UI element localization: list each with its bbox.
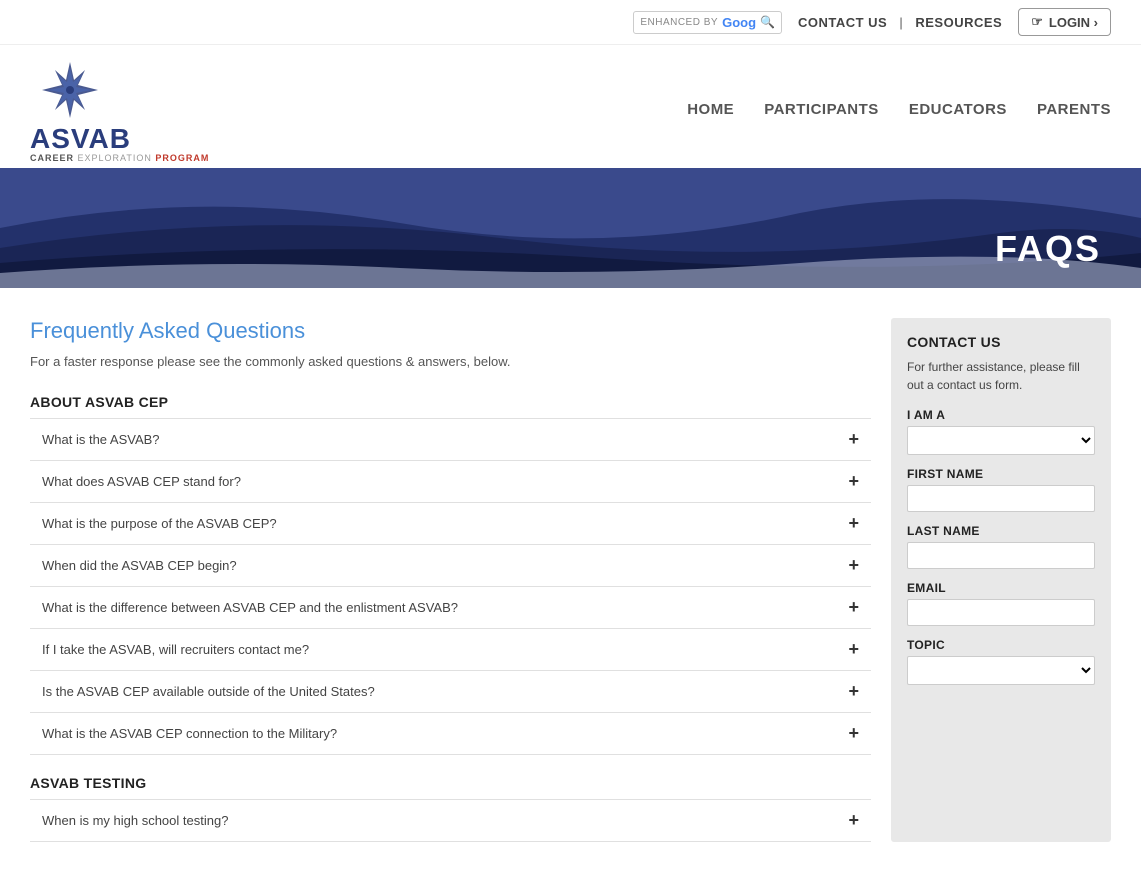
faq-question: What is the purpose of the ASVAB CEP? (42, 516, 277, 531)
logo-area: ASVAB CAREER EXPLORATION PROGRAM (30, 55, 209, 163)
faq-question: Is the ASVAB CEP available outside of th… (42, 684, 375, 699)
faq-expand-icon: + (848, 681, 859, 702)
login-button[interactable]: ☞ LOGIN › (1018, 8, 1111, 36)
contact-us-link[interactable]: CONTACT US (798, 15, 887, 30)
lastname-field: LAST NAME (907, 524, 1095, 569)
faq-item[interactable]: If I take the ASVAB, will recruiters con… (30, 628, 871, 670)
faq-section1: What is the ASVAB?+What does ASVAB CEP s… (30, 418, 871, 755)
google-brand: Goog (722, 15, 756, 30)
faq-expand-icon: + (848, 513, 859, 534)
email-label: EMAIL (907, 581, 1095, 595)
hand-icon: ☞ (1031, 14, 1043, 30)
faq-question: When is my high school testing? (42, 813, 228, 828)
logo-star-icon (30, 55, 110, 125)
faq-expand-icon: + (848, 810, 859, 831)
faq-expand-icon: + (848, 429, 859, 450)
firstname-input[interactable] (907, 485, 1095, 512)
faq-question: When did the ASVAB CEP begin? (42, 558, 237, 573)
top-bar: ENHANCED BY Goog 🔍 CONTACT US | RESOURCE… (0, 0, 1141, 45)
nav-parents[interactable]: PARENTS (1037, 101, 1111, 118)
email-input[interactable] (907, 599, 1095, 626)
faq-item[interactable]: When is my high school testing? + (30, 799, 871, 842)
firstname-field: FIRST NAME (907, 467, 1095, 512)
faq-question: What is the ASVAB? (42, 432, 160, 447)
page-title: Frequently Asked Questions (30, 318, 871, 344)
faq-item[interactable]: Is the ASVAB CEP available outside of th… (30, 670, 871, 712)
nav-participants[interactable]: PARTICIPANTS (764, 101, 879, 118)
faq-item[interactable]: What is the difference between ASVAB CEP… (30, 586, 871, 628)
topic-label: TOPIC (907, 638, 1095, 652)
faq-item[interactable]: What does ASVAB CEP stand for? + (30, 460, 871, 502)
section2-heading: ASVAB TESTING (30, 775, 871, 791)
content-area: Frequently Asked Questions For a faster … (0, 288, 1141, 872)
nav-educators[interactable]: EDUCATORS (909, 101, 1007, 118)
faqs-banner-title: FAQS (995, 228, 1101, 270)
faq-expand-icon: + (848, 597, 859, 618)
firstname-label: FIRST NAME (907, 467, 1095, 481)
resources-link[interactable]: RESOURCES (915, 15, 1002, 30)
site-header: ASVAB CAREER EXPLORATION PROGRAM HOME PA… (0, 45, 1141, 163)
search-area[interactable]: ENHANCED BY Goog 🔍 (633, 11, 782, 34)
divider: | (899, 15, 903, 30)
logo-text: ASVAB CAREER EXPLORATION PROGRAM (30, 125, 209, 163)
page-subtitle: For a faster response please see the com… (30, 354, 871, 369)
topic-field: TOPIC General Testing Results Other (907, 638, 1095, 685)
iam-select[interactable]: Student Educator Parent Counselor (907, 426, 1095, 455)
wave-banner: FAQS (0, 168, 1141, 288)
faq-expand-icon: + (848, 639, 859, 660)
sidebar-description: For further assistance, please fill out … (907, 358, 1095, 394)
faq-question: If I take the ASVAB, will recruiters con… (42, 642, 309, 657)
faq-question: What does ASVAB CEP stand for? (42, 474, 241, 489)
faq-item[interactable]: What is the purpose of the ASVAB CEP? + (30, 502, 871, 544)
topic-select[interactable]: General Testing Results Other (907, 656, 1095, 685)
lastname-input[interactable] (907, 542, 1095, 569)
lastname-label: LAST NAME (907, 524, 1095, 538)
iam-label: I AM A (907, 408, 1095, 422)
email-field: EMAIL (907, 581, 1095, 626)
nav-home[interactable]: HOME (687, 101, 734, 118)
faq-item[interactable]: What is the ASVAB CEP connection to the … (30, 712, 871, 755)
main-content: Frequently Asked Questions For a faster … (30, 318, 871, 842)
search-icon[interactable]: 🔍 (760, 15, 775, 29)
faq-expand-icon: + (848, 723, 859, 744)
faq-expand-icon: + (848, 555, 859, 576)
sidebar-title: CONTACT US (907, 334, 1095, 350)
top-bar-links: CONTACT US | RESOURCES (798, 15, 1002, 30)
logo-subtext: CAREER EXPLORATION PROGRAM (30, 153, 209, 163)
faq-question: What is the ASVAB CEP connection to the … (42, 726, 337, 741)
enhanced-label: ENHANCED BY (640, 17, 718, 28)
faq-section2: When is my high school testing? + (30, 799, 871, 842)
faq-item[interactable]: What is the ASVAB? + (30, 418, 871, 460)
asvab-text: ASVAB (30, 125, 209, 153)
faq-item[interactable]: When did the ASVAB CEP begin? + (30, 544, 871, 586)
faq-question: What is the difference between ASVAB CEP… (42, 600, 458, 615)
main-nav: HOME PARTICIPANTS EDUCATORS PARENTS (687, 101, 1111, 118)
section1-heading: ABOUT ASVAB CEP (30, 394, 871, 410)
faq-expand-icon: + (848, 471, 859, 492)
contact-sidebar: CONTACT US For further assistance, pleas… (891, 318, 1111, 842)
iam-field: I AM A Student Educator Parent Counselor (907, 408, 1095, 455)
